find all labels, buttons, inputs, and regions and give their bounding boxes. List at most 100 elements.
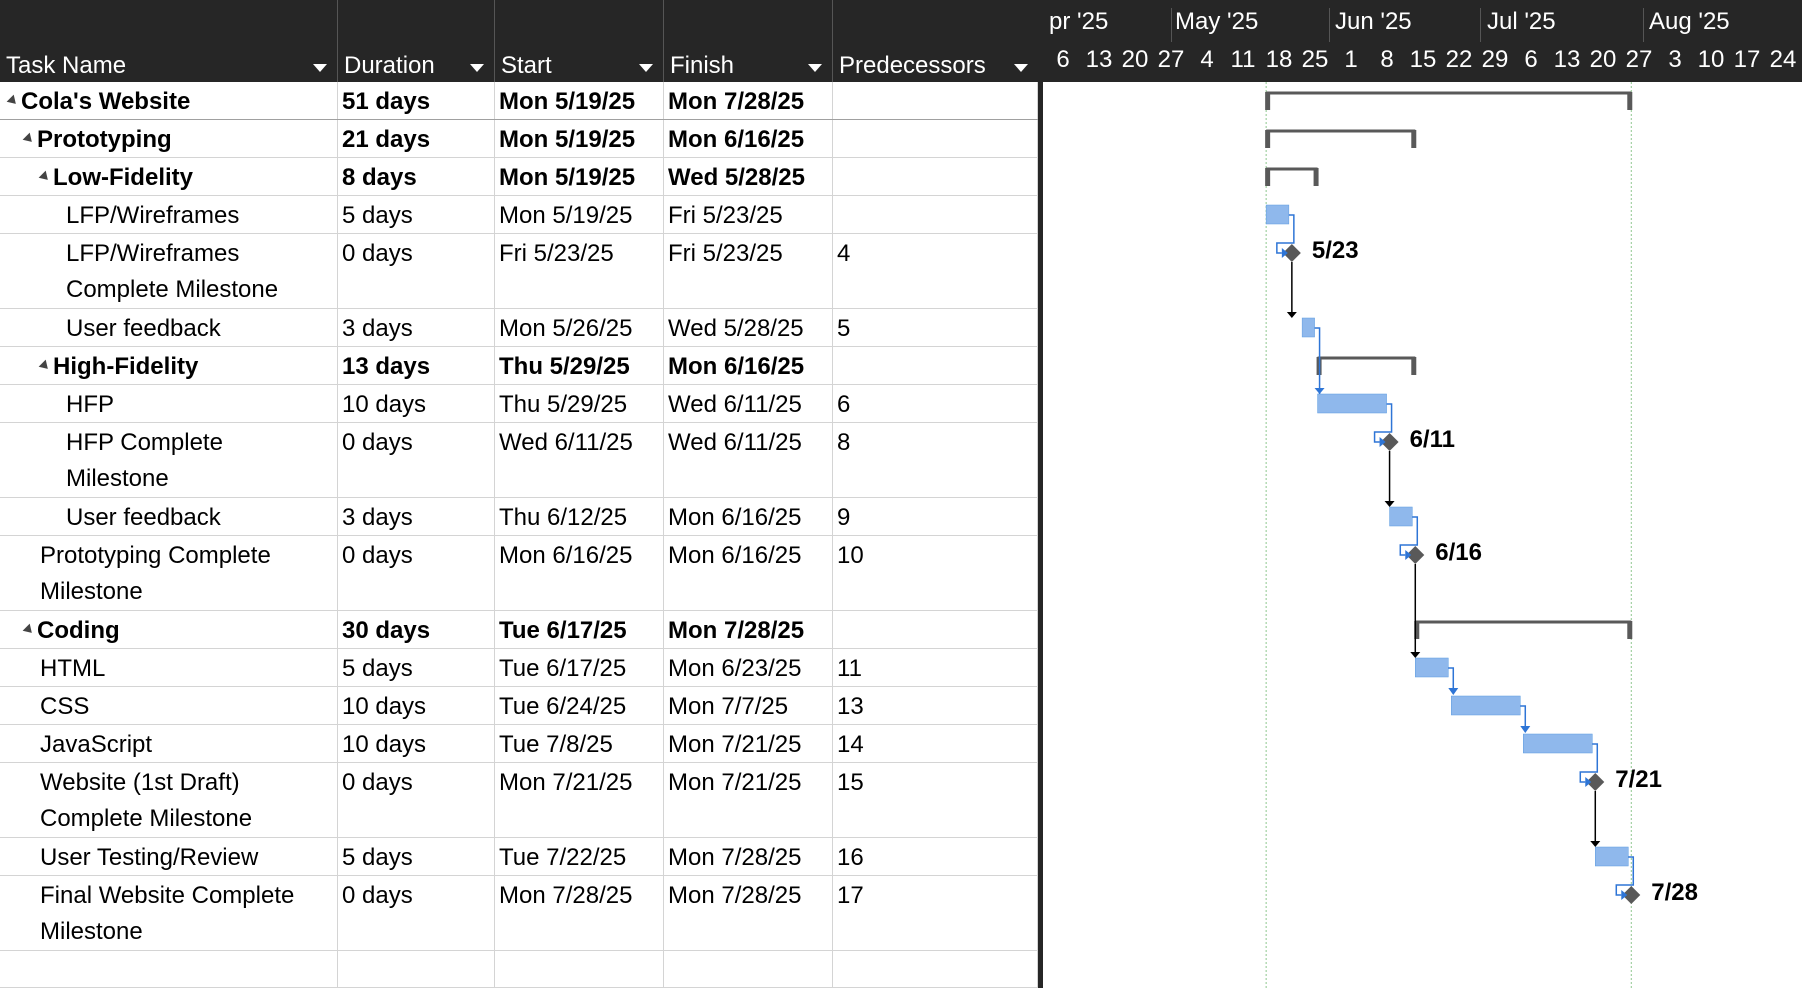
task-name-cell[interactable]: LFP/Wireframes: [0, 196, 338, 233]
predecessors-cell[interactable]: 13: [833, 687, 1038, 724]
predecessors-cell[interactable]: [833, 158, 1038, 195]
task-name-cell[interactable]: Prototyping Complete Milestone: [0, 536, 338, 610]
start-cell[interactable]: Tue 6/17/25: [495, 611, 664, 648]
start-cell[interactable]: Tue 6/17/25: [495, 649, 664, 686]
column-header-start[interactable]: Start: [495, 0, 664, 82]
duration-cell[interactable]: 30 days: [338, 611, 495, 648]
duration-cell[interactable]: 51 days: [338, 82, 495, 119]
duration-cell[interactable]: 8 days: [338, 158, 495, 195]
task-row[interactable]: Coding 30 days Tue 6/17/25 Mon 7/28/25: [0, 611, 1038, 649]
finish-cell[interactable]: Mon 6/16/25: [664, 536, 833, 610]
task-name-cell[interactable]: HFP Complete Milestone: [0, 423, 338, 497]
finish-cell[interactable]: Mon 6/16/25: [664, 120, 833, 157]
predecessors-cell[interactable]: 16: [833, 838, 1038, 875]
chevron-down-icon[interactable]: [470, 64, 484, 72]
summary-bar-end-cap[interactable]: [1313, 168, 1319, 186]
chevron-down-icon[interactable]: [313, 64, 327, 72]
predecessors-cell[interactable]: 11: [833, 649, 1038, 686]
task-row[interactable]: LFP/Wireframes Complete Milestone 0 days F…: [0, 234, 1038, 309]
empty-row[interactable]: [0, 951, 1038, 988]
predecessors-cell[interactable]: [833, 611, 1038, 648]
predecessors-cell[interactable]: 9: [833, 498, 1038, 535]
predecessors-cell[interactable]: 5: [833, 309, 1038, 346]
chevron-down-icon[interactable]: [639, 64, 653, 72]
duration-cell[interactable]: 5 days: [338, 649, 495, 686]
duration-cell[interactable]: 3 days: [338, 498, 495, 535]
finish-cell[interactable]: Mon 7/7/25: [664, 687, 833, 724]
start-cell[interactable]: Tue 7/8/25: [495, 725, 664, 762]
start-cell[interactable]: Thu 6/12/25: [495, 498, 664, 535]
finish-cell[interactable]: Wed 6/11/25: [664, 423, 833, 497]
predecessors-cell[interactable]: [833, 120, 1038, 157]
empty-cell[interactable]: [664, 951, 833, 987]
task-row[interactable]: HFP Complete Milestone 0 days Wed 6/11/25 W…: [0, 423, 1038, 498]
predecessors-cell[interactable]: 4: [833, 234, 1038, 308]
task-name-cell[interactable]: HFP: [0, 385, 338, 422]
task-row[interactable]: User feedback 3 days Mon 5/26/25 Wed 5/28/2…: [0, 309, 1038, 347]
task-bar[interactable]: [1595, 846, 1629, 867]
start-cell[interactable]: Mon 5/26/25: [495, 309, 664, 346]
finish-cell[interactable]: Mon 7/28/25: [664, 611, 833, 648]
finish-cell[interactable]: Mon 7/21/25: [664, 725, 833, 762]
finish-cell[interactable]: Wed 6/11/25: [664, 385, 833, 422]
predecessors-cell[interactable]: 8: [833, 423, 1038, 497]
task-row[interactable]: HTML 5 days Tue 6/17/25 Mon 6/23/25 11: [0, 649, 1038, 687]
task-bar[interactable]: [1265, 204, 1290, 225]
predecessors-cell[interactable]: 14: [833, 725, 1038, 762]
collapse-triangle-icon[interactable]: [38, 359, 52, 373]
empty-cell[interactable]: [0, 951, 338, 987]
task-bar[interactable]: [1317, 393, 1387, 414]
start-cell[interactable]: Thu 5/29/25: [495, 347, 664, 384]
duration-cell[interactable]: 0 days: [338, 536, 495, 610]
finish-cell[interactable]: Mon 6/16/25: [664, 498, 833, 535]
task-row[interactable]: User Testing/Review 5 days Tue 7/22/25 Mon …: [0, 838, 1038, 876]
finish-cell[interactable]: Mon 7/28/25: [664, 838, 833, 875]
finish-cell[interactable]: Mon 7/21/25: [664, 763, 833, 837]
task-row[interactable]: LFP/Wireframes 5 days Mon 5/19/25 Fri 5/23/…: [0, 196, 1038, 234]
start-cell[interactable]: Mon 7/28/25: [495, 876, 664, 950]
finish-cell[interactable]: Mon 7/28/25: [664, 82, 833, 119]
start-cell[interactable]: Mon 6/16/25: [495, 536, 664, 610]
task-bar[interactable]: [1301, 317, 1315, 338]
task-name-cell[interactable]: CSS: [0, 687, 338, 724]
start-cell[interactable]: Wed 6/11/25: [495, 423, 664, 497]
finish-cell[interactable]: Wed 5/28/25: [664, 309, 833, 346]
summary-bar-start-cap[interactable]: [1265, 168, 1271, 186]
task-bar[interactable]: [1389, 506, 1413, 527]
start-cell[interactable]: Mon 7/21/25: [495, 763, 664, 837]
finish-cell[interactable]: Fri 5/23/25: [664, 234, 833, 308]
task-row[interactable]: Prototyping Complete Milestone 0 days Mon …: [0, 536, 1038, 611]
duration-cell[interactable]: 3 days: [338, 309, 495, 346]
duration-cell[interactable]: 10 days: [338, 725, 495, 762]
column-header-predecessors[interactable]: Predecessors: [833, 0, 1038, 82]
task-name-cell[interactable]: User feedback: [0, 498, 338, 535]
predecessors-cell[interactable]: 6: [833, 385, 1038, 422]
start-cell[interactable]: Tue 7/22/25: [495, 838, 664, 875]
collapse-triangle-icon[interactable]: [22, 623, 36, 637]
finish-cell[interactable]: Mon 7/28/25: [664, 876, 833, 950]
duration-cell[interactable]: 21 days: [338, 120, 495, 157]
summary-bar-end-cap[interactable]: [1411, 357, 1417, 375]
start-cell[interactable]: Tue 6/24/25: [495, 687, 664, 724]
task-name-cell[interactable]: JavaScript: [0, 725, 338, 762]
duration-cell[interactable]: 0 days: [338, 234, 495, 308]
column-header-duration[interactable]: Duration: [338, 0, 495, 82]
duration-cell[interactable]: 5 days: [338, 196, 495, 233]
empty-cell[interactable]: [833, 951, 1038, 987]
task-name-cell[interactable]: HTML: [0, 649, 338, 686]
task-name-cell[interactable]: User feedback: [0, 309, 338, 346]
task-name-cell[interactable]: Final Website Complete Milestone: [0, 876, 338, 950]
task-row[interactable]: Cola's Website 51 days Mon 5/19/25 Mon 7/28…: [0, 82, 1038, 120]
empty-cell[interactable]: [338, 951, 495, 987]
task-name-cell[interactable]: User Testing/Review: [0, 838, 338, 875]
collapse-triangle-icon[interactable]: [38, 170, 52, 184]
task-row[interactable]: JavaScript 10 days Tue 7/8/25 Mon 7/21/25 14: [0, 725, 1038, 763]
task-name-cell[interactable]: LFP/Wireframes Complete Milestone: [0, 234, 338, 308]
predecessors-cell[interactable]: [833, 347, 1038, 384]
column-header-finish[interactable]: Finish: [664, 0, 833, 82]
start-cell[interactable]: Fri 5/23/25: [495, 234, 664, 308]
task-name-cell[interactable]: Website (1st Draft) Complete Milestone: [0, 763, 338, 837]
predecessors-cell[interactable]: 15: [833, 763, 1038, 837]
summary-bar-end-cap[interactable]: [1411, 130, 1417, 148]
duration-cell[interactable]: 0 days: [338, 763, 495, 837]
